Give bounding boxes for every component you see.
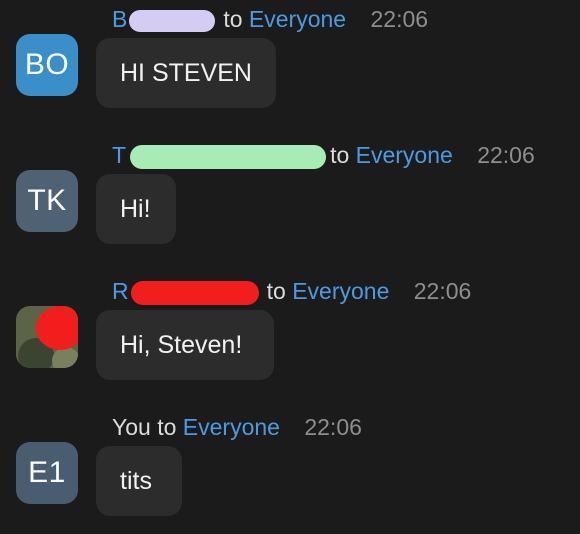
message-text: tits <box>120 466 152 495</box>
message-header: Bto Everyone 22:06 <box>112 6 428 33</box>
redaction-mark <box>129 9 216 32</box>
profile-photo-icon <box>16 306 78 368</box>
to-label: to <box>223 6 243 32</box>
sender-name: T <box>112 142 127 168</box>
avatar[interactable]: TK <box>16 170 78 232</box>
recipient-everyone-link[interactable]: Everyone <box>356 142 453 168</box>
to-label: to <box>266 278 286 304</box>
recipient-everyone-link[interactable]: Everyone <box>183 414 280 440</box>
message-text: Hi! <box>120 194 151 223</box>
avatar[interactable] <box>16 306 78 368</box>
sender-name: R <box>112 278 129 304</box>
message-header: Rto Everyone 22:06 <box>112 278 471 305</box>
avatar[interactable]: E1 <box>16 442 78 504</box>
message-bubble: tits <box>96 446 182 516</box>
to-label: to <box>330 142 350 168</box>
message-time: 22:06 <box>304 414 362 440</box>
chat-panel: Bto Everyone 22:06 BO HI STEVEN Tto Ever… <box>0 0 580 534</box>
message-text: Hi, Steven! <box>120 330 243 359</box>
message-time: 22:06 <box>413 278 472 304</box>
redaction-mark <box>130 144 327 169</box>
avatar[interactable]: BO <box>16 34 78 96</box>
sender-name: You <box>112 414 151 440</box>
recipient-everyone-link[interactable]: Everyone <box>292 278 389 304</box>
message-bubble: Hi, Steven! <box>96 310 274 380</box>
message-text: HI STEVEN <box>120 58 252 87</box>
message-header: Tto Everyone 22:06 <box>112 142 535 169</box>
message-header: You to Everyone 22:06 <box>112 414 362 441</box>
redaction-mark <box>130 280 259 305</box>
sender-name: B <box>112 6 128 32</box>
message-bubble: HI STEVEN <box>96 38 276 108</box>
message-bubble: Hi! <box>96 174 176 244</box>
message-time: 22:06 <box>370 6 429 32</box>
message-time: 22:06 <box>477 142 535 168</box>
to-label: to <box>157 414 177 440</box>
recipient-everyone-link[interactable]: Everyone <box>249 6 346 32</box>
